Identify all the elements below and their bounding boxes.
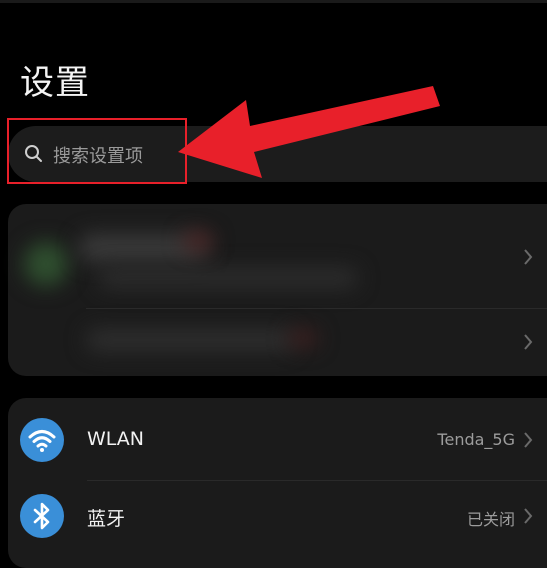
settings-row-bluetooth[interactable]: 蓝牙 已关闭	[8, 481, 547, 561]
settings-list-card: WLAN Tenda_5G 蓝牙 已关闭	[8, 398, 547, 568]
settings-row-label: 蓝牙	[87, 508, 126, 530]
annotation-highlight-box	[7, 118, 187, 184]
status-bar-edge	[0, 0, 547, 3]
settings-row-label: WLAN	[87, 428, 145, 450]
secondary-blurred-accent	[288, 329, 318, 347]
account-secondary-row[interactable]	[8, 309, 547, 376]
chevron-right-icon	[524, 334, 533, 350]
wifi-icon	[20, 418, 64, 462]
account-row[interactable]	[8, 204, 547, 308]
account-card[interactable]	[8, 204, 547, 376]
page-title: 设置	[20, 63, 90, 103]
bluetooth-icon	[20, 494, 64, 538]
account-blurred-subtext	[98, 268, 358, 288]
chevron-right-icon	[524, 432, 533, 448]
settings-row-wlan[interactable]: WLAN Tenda_5G	[8, 400, 547, 480]
secondary-blurred-text	[86, 329, 296, 351]
settings-row-value: Tenda_5G	[437, 430, 515, 449]
chevron-right-icon	[524, 249, 533, 265]
avatar	[24, 242, 68, 286]
settings-row-value: 已关闭	[466, 510, 515, 529]
chevron-right-icon	[524, 508, 533, 524]
account-blurred-accent	[183, 232, 213, 250]
